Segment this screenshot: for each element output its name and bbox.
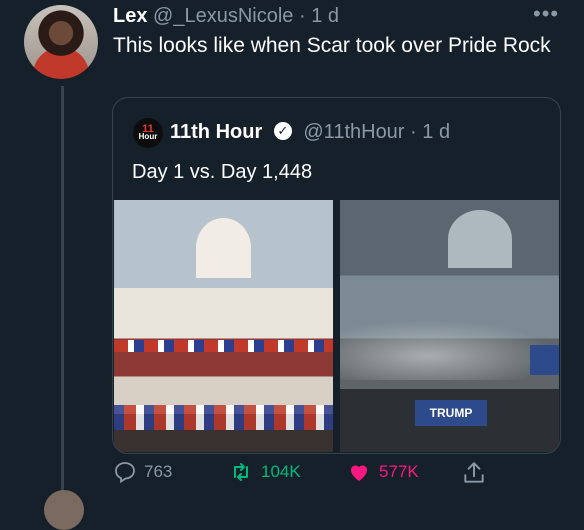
retweet-button[interactable]: 104K xyxy=(227,460,301,484)
quoted-separator: · xyxy=(410,121,417,143)
thread-line xyxy=(61,86,64,494)
like-button[interactable]: 577K xyxy=(345,460,419,484)
quoted-text: Day 1 vs. Day 1,448 xyxy=(132,161,313,183)
quoted-avatar[interactable]: 11 Hour xyxy=(133,118,163,148)
like-count: 577K xyxy=(379,462,419,481)
heart-icon xyxy=(351,465,367,481)
share-icon xyxy=(464,462,484,483)
verified-icon: ✓ xyxy=(273,121,292,140)
timestamp[interactable]: 1 d xyxy=(311,5,339,27)
reply-icon xyxy=(115,462,135,484)
quoted-handle[interactable]: @11thHour xyxy=(303,121,404,143)
handle[interactable]: @_LexusNicole xyxy=(153,5,293,27)
tweet-text: This looks like when Scar took over Prid… xyxy=(113,34,551,57)
quoted-display-name[interactable]: 11th Hour xyxy=(170,121,262,143)
action-bar: 763 104K 577K xyxy=(0,460,584,490)
retweet-count: 104K xyxy=(261,462,301,481)
separator: · xyxy=(298,5,306,27)
reply-count: 763 xyxy=(144,462,173,481)
quoted-header: 11th Hour ✓ @11thHour · 1 d xyxy=(170,118,450,146)
display-name[interactable]: Lex xyxy=(113,5,147,27)
quoted-timestamp[interactable]: 1 d xyxy=(422,121,450,143)
photo-capitol-riot[interactable]: TRUMP xyxy=(340,200,559,452)
share-button[interactable] xyxy=(461,460,493,486)
quoted-tweet[interactable]: 11 Hour 11th Hour ✓ @11thHour · 1 d Day … xyxy=(112,97,561,454)
more-icon[interactable]: ••• xyxy=(533,1,559,27)
photo-inauguration[interactable] xyxy=(114,200,333,452)
avatar[interactable] xyxy=(24,5,98,79)
next-avatar[interactable] xyxy=(44,490,84,530)
photo-banner: TRUMP xyxy=(415,400,487,426)
reply-button[interactable]: 763 xyxy=(112,460,172,484)
quoted-avatar-label-2: Hour xyxy=(138,132,158,141)
retweet-icon xyxy=(234,463,248,481)
tweet-header: Lex @_LexusNicole · 1 d xyxy=(113,3,339,29)
